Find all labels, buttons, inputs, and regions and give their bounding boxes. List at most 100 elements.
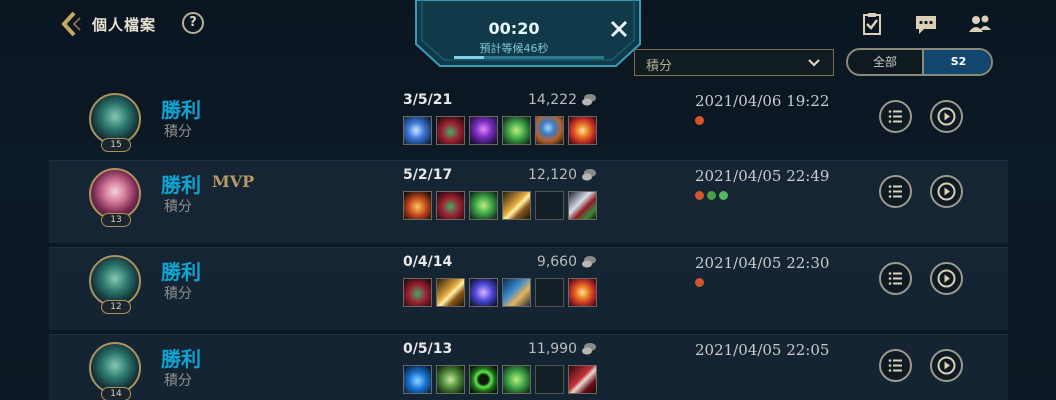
mvp-badge: MVP <box>212 172 255 191</box>
match-datetime: 2021/04/06 19:22 <box>695 92 830 110</box>
item-slot-empty[interactable] <box>535 191 564 220</box>
item-slot-empty[interactable] <box>535 365 564 394</box>
season-s2-option[interactable]: S2 <box>922 50 991 74</box>
match-details-button[interactable] <box>879 100 912 133</box>
item-slots <box>403 116 597 145</box>
match-row[interactable]: 13 勝利 MVP 積分 5/2/17 12,120 2021/04/05 22… <box>49 160 1008 243</box>
help-button[interactable]: ? <box>182 12 204 34</box>
item-orange-burst-icon[interactable] <box>568 116 597 145</box>
kda: 3/5/21 <box>403 92 453 108</box>
item-blue-book-icon[interactable] <box>502 278 531 307</box>
item-green-goblin-icon[interactable] <box>469 191 498 220</box>
season-all-option[interactable]: 全部 <box>848 50 922 74</box>
back-button[interactable] <box>60 10 84 38</box>
queue-estimate: 預計等候46秒 <box>479 42 549 55</box>
page-title: 個人檔案 <box>92 16 157 34</box>
item-slots <box>403 365 597 394</box>
item-red-dagger-icon[interactable] <box>568 365 597 394</box>
item-green-ring-icon[interactable] <box>469 365 498 394</box>
item-blue-drop-icon[interactable] <box>403 365 432 394</box>
match-datetime: 2021/04/05 22:49 <box>695 167 830 185</box>
spell-icon <box>707 191 716 200</box>
close-queue-button[interactable] <box>608 18 630 40</box>
item-purple-gem-icon[interactable] <box>469 116 498 145</box>
match-mode: 積分 <box>164 199 192 215</box>
kda: 0/4/14 <box>403 254 453 270</box>
match-row[interactable]: 12 勝利 積分 0/4/14 9,660 2021/04/05 22:30 <box>49 247 1008 330</box>
gold-coins-icon <box>582 94 596 106</box>
season-toggle: 全部 S2 <box>846 48 993 76</box>
champion-level: 12 <box>101 300 131 314</box>
match-replay-button[interactable] <box>930 262 963 295</box>
match-details-button[interactable] <box>879 175 912 208</box>
item-red-green-dragon-icon[interactable] <box>403 278 432 307</box>
list-icon <box>888 272 902 285</box>
gold-amount: 9,660 <box>536 254 577 270</box>
item-gold-rod-icon[interactable] <box>502 191 531 220</box>
match-row[interactable]: 15 勝利 積分 3/5/21 14,222 2021/04/06 19:22 <box>49 86 1008 169</box>
match-replay-button[interactable] <box>930 349 963 382</box>
spell-icon <box>719 191 728 200</box>
champion-level: 15 <box>101 138 131 152</box>
match-result: 勝利 <box>161 260 201 284</box>
match-mode: 積分 <box>164 373 192 389</box>
item-silver-sword-icon[interactable] <box>568 191 597 220</box>
replay-icon <box>937 182 956 201</box>
gold-coins-icon <box>582 256 596 268</box>
item-green-leaf-icon[interactable] <box>436 365 465 394</box>
gold-coins-icon <box>582 169 596 181</box>
item-blue-orb-basket-icon[interactable] <box>535 116 564 145</box>
friends-icon <box>969 15 991 32</box>
match-replay-button[interactable] <box>930 175 963 208</box>
match-datetime: 2021/04/05 22:30 <box>695 254 830 272</box>
item-gold-rod-icon[interactable] <box>436 278 465 307</box>
champion-level: 13 <box>101 213 131 227</box>
list-icon <box>888 359 902 372</box>
match-result: 勝利 <box>161 347 201 371</box>
spell-icon <box>695 191 704 200</box>
replay-icon <box>937 356 956 375</box>
item-red-green-dragon-icon[interactable] <box>436 191 465 220</box>
gold-amount: 14,222 <box>528 92 577 108</box>
item-red-green-dragon-icon[interactable] <box>436 116 465 145</box>
item-green-goblin-icon[interactable] <box>502 116 531 145</box>
gold-amount: 11,990 <box>528 341 577 357</box>
match-replay-button[interactable] <box>930 100 963 133</box>
match-details-button[interactable] <box>879 262 912 295</box>
replay-icon <box>937 269 956 288</box>
item-slot-empty[interactable] <box>535 278 564 307</box>
item-green-goblin-icon[interactable] <box>502 365 531 394</box>
friends-button[interactable] <box>968 12 992 36</box>
summoner-spells <box>695 116 704 125</box>
chevron-down-icon <box>808 59 820 67</box>
item-blue-crystal-icon[interactable] <box>403 116 432 145</box>
clipboard-check-icon <box>863 13 881 35</box>
match-details-button[interactable] <box>879 349 912 382</box>
queue-time: 00:20 <box>488 19 540 38</box>
item-orange-burst-icon[interactable] <box>568 278 597 307</box>
match-result: 勝利 <box>161 98 201 122</box>
item-purple-blue-gem-icon[interactable] <box>469 278 498 307</box>
list-icon <box>888 185 902 198</box>
dropdown-value: 積分 <box>646 59 673 74</box>
summoner-spells <box>695 191 728 200</box>
gold-coins-icon <box>582 343 596 355</box>
match-row[interactable]: 14 勝利 積分 0/5/13 11,990 2021/04/05 22:05 <box>49 334 1008 400</box>
item-orange-bottle-icon[interactable] <box>403 191 432 220</box>
kda: 0/5/13 <box>403 341 453 357</box>
chat-button[interactable] <box>914 12 938 36</box>
item-slots <box>403 278 597 307</box>
spell-icon <box>695 278 704 287</box>
match-mode: 積分 <box>164 286 192 302</box>
help-icon: ? <box>189 15 197 30</box>
mode-filter-dropdown[interactable]: 積分 <box>634 49 834 76</box>
missions-button[interactable] <box>860 12 884 36</box>
queue-timer: 00:20 預計等候46秒 <box>414 0 642 70</box>
kda: 5/2/17 <box>403 167 453 183</box>
match-datetime: 2021/04/05 22:05 <box>695 341 830 359</box>
chat-icon <box>916 16 936 34</box>
replay-icon <box>937 107 956 126</box>
gold-amount: 12,120 <box>528 167 577 183</box>
match-mode: 積分 <box>164 124 192 140</box>
back-chevron-icon <box>61 11 81 37</box>
